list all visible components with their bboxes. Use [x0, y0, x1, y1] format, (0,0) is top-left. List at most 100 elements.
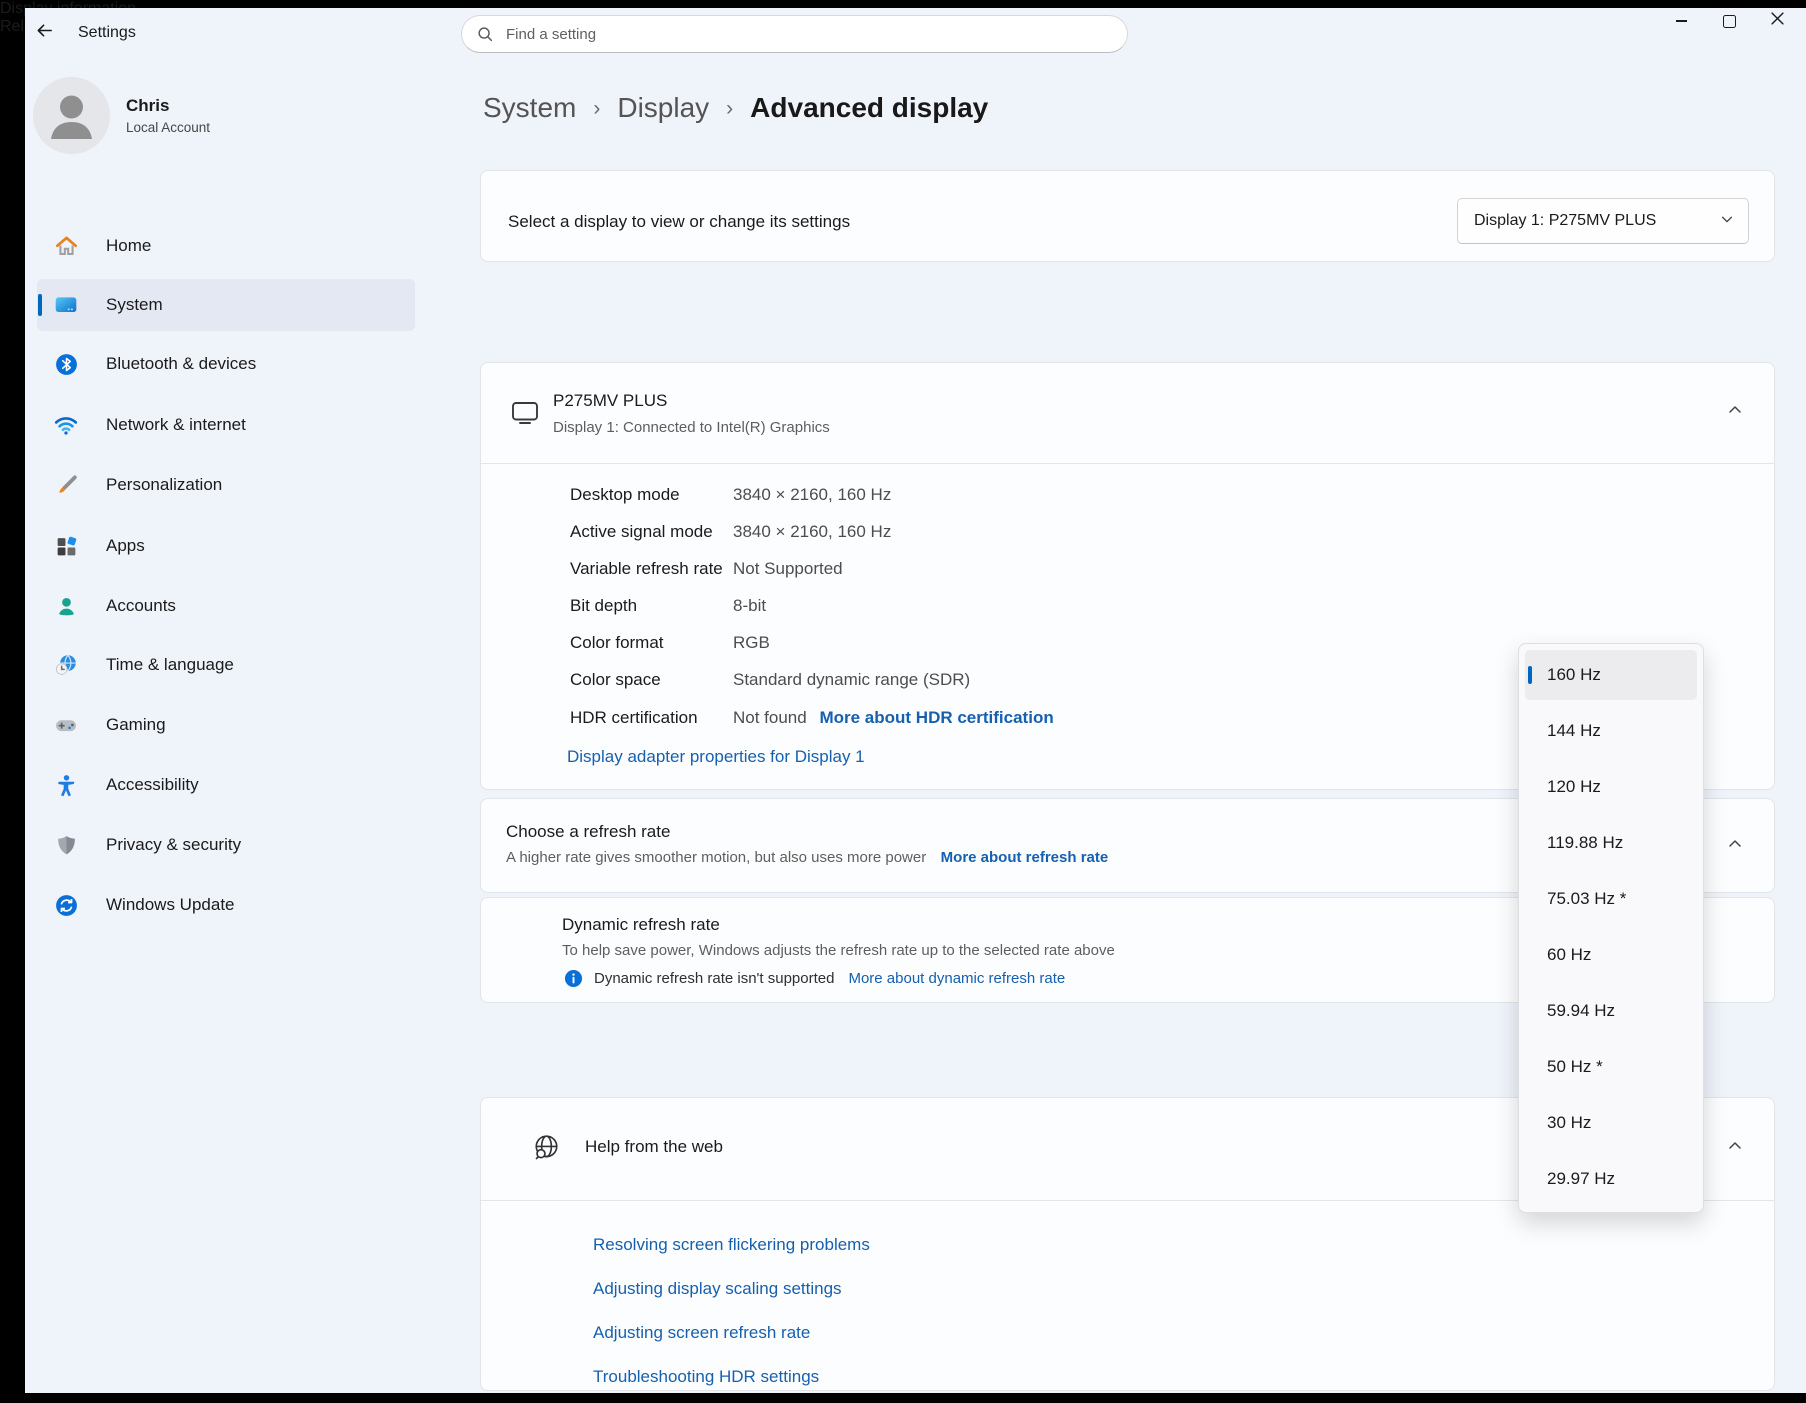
back-arrow-icon: [35, 21, 54, 45]
sidebar-item-system[interactable]: System: [37, 279, 415, 331]
search-input[interactable]: [504, 25, 1113, 44]
dynamic-refresh-rate-status: Dynamic refresh rate isn't supported: [594, 970, 834, 987]
refresh-rate-option-119-88hz[interactable]: 119.88 Hz: [1525, 818, 1697, 868]
close-button[interactable]: [1754, 4, 1800, 38]
gaming-icon: [53, 712, 79, 738]
chevron-up-icon: [1727, 402, 1743, 423]
user-name: Chris: [126, 96, 169, 116]
sidebar-item-accounts[interactable]: Accounts: [37, 580, 415, 632]
system-icon: [53, 292, 79, 318]
sidebar-item-accessibility[interactable]: Accessibility: [37, 759, 415, 811]
search-box[interactable]: [461, 15, 1128, 53]
monitor-icon: [510, 399, 540, 431]
selected-accent-bar: [38, 294, 42, 316]
breadcrumb-separator-icon: ›: [726, 95, 733, 121]
breadcrumb: System › Display › Advanced display: [483, 85, 988, 131]
help-card-title: Help from the web: [585, 1135, 723, 1159]
detail-value: 8-bit: [733, 588, 766, 624]
detail-label: Color space: [570, 662, 661, 698]
detail-label: Active signal mode: [570, 514, 713, 550]
apps-icon: [53, 533, 79, 559]
refresh-rate-option-160hz[interactable]: 160 Hz: [1525, 650, 1697, 700]
dynamic-refresh-rate-title: Dynamic refresh rate: [562, 913, 720, 937]
sidebar-item-label: Apps: [106, 536, 145, 556]
sidebar-item-personalization[interactable]: Personalization: [37, 459, 415, 511]
windows-update-icon: [53, 892, 79, 918]
display-selector-value: Display 1: P275MV PLUS: [1474, 212, 1656, 230]
bluetooth-icon: [53, 351, 79, 377]
maximize-button[interactable]: [1706, 4, 1752, 38]
detail-value: Standard dynamic range (SDR): [733, 662, 970, 698]
refresh-rate-subtitle-row: A higher rate gives smoother motion, but…: [506, 847, 1108, 868]
sidebar-item-label: Windows Update: [106, 895, 235, 915]
sidebar-item-label: Home: [106, 236, 151, 256]
chevron-up-icon: [1727, 836, 1743, 857]
refresh-rate-collapse-button[interactable]: [1720, 831, 1750, 861]
minimize-button[interactable]: [1658, 4, 1704, 38]
detail-label: Color format: [570, 625, 664, 661]
globe-search-icon: [530, 1131, 563, 1169]
breadcrumb-display[interactable]: Display: [617, 92, 709, 124]
sidebar-item-gaming[interactable]: Gaming: [37, 699, 415, 751]
user-account[interactable]: Chris Local Account: [33, 77, 333, 157]
breadcrumb-separator-icon: ›: [593, 95, 600, 121]
sidebar-item-label: Accounts: [106, 596, 176, 616]
more-about-dynamic-refresh-rate-link[interactable]: More about dynamic refresh rate: [848, 970, 1065, 987]
help-link[interactable]: Resolving screen flickering problems: [593, 1230, 870, 1260]
refresh-rate-option-30hz[interactable]: 30 Hz: [1525, 1098, 1697, 1148]
sidebar-item-label: Time & language: [106, 655, 234, 675]
detail-value: 3840 × 2160, 160 Hz: [733, 477, 891, 513]
dynamic-refresh-rate-subtitle: To help save power, Windows adjusts the …: [562, 940, 1115, 961]
detail-label: HDR certification: [570, 700, 698, 736]
display-selector-label: Select a display to view or change its s…: [508, 204, 850, 240]
sidebar-item-windows-update[interactable]: Windows Update: [37, 879, 415, 931]
refresh-rate-subtitle: A higher rate gives smoother motion, but…: [506, 849, 926, 866]
back-button[interactable]: [26, 17, 62, 49]
sidebar-item-label: Network & internet: [106, 415, 246, 435]
app-title: Settings: [78, 23, 136, 43]
device-name: P275MV PLUS: [553, 389, 667, 412]
sidebar-item-time-language[interactable]: Time & language: [37, 639, 415, 691]
sidebar-item-bluetooth-devices[interactable]: Bluetooth & devices: [37, 338, 415, 390]
refresh-rate-option-60hz[interactable]: 60 Hz: [1525, 930, 1697, 980]
help-link[interactable]: Adjusting display scaling settings: [593, 1274, 842, 1304]
sidebar-item-label: Personalization: [106, 475, 222, 495]
dynamic-refresh-rate-status-row: Dynamic refresh rate isn't supported Mor…: [564, 966, 1065, 990]
accessibility-icon: [53, 772, 79, 798]
sidebar-item-privacy-security[interactable]: Privacy & security: [37, 819, 415, 871]
more-about-refresh-rate-link[interactable]: More about refresh rate: [941, 849, 1109, 866]
network-icon: [53, 412, 79, 438]
sidebar-item-label: System: [106, 295, 163, 315]
help-link[interactable]: Adjusting screen refresh rate: [593, 1318, 810, 1348]
card-divider: [481, 463, 1774, 464]
hdr-certification-value: Not found: [733, 708, 807, 727]
refresh-rate-option-50hz[interactable]: 50 Hz *: [1525, 1042, 1697, 1092]
help-card-collapse-button[interactable]: [1720, 1133, 1750, 1163]
sidebar-item-label: Accessibility: [106, 775, 199, 795]
detail-label: Desktop mode: [570, 477, 680, 513]
maximize-icon: [1723, 15, 1736, 28]
page-title: Advanced display: [750, 92, 988, 124]
time-language-icon: [53, 652, 79, 678]
sidebar-item-network-internet[interactable]: Network & internet: [37, 399, 415, 451]
display-adapter-properties-link[interactable]: Display adapter properties for Display 1: [567, 739, 865, 775]
search-icon: [476, 25, 494, 43]
display-selector-dropdown[interactable]: Display 1: P275MV PLUS: [1457, 198, 1749, 244]
sidebar-item-label: Bluetooth & devices: [106, 354, 256, 374]
refresh-rate-option-144hz[interactable]: 144 Hz: [1525, 706, 1697, 756]
sidebar-item-label: Privacy & security: [106, 835, 241, 855]
hdr-certification-link[interactable]: More about HDR certification: [819, 708, 1053, 727]
chevron-down-icon: [1720, 212, 1734, 231]
display-info-collapse-button[interactable]: [1720, 397, 1750, 427]
breadcrumb-system[interactable]: System: [483, 92, 576, 124]
refresh-rate-title: Choose a refresh rate: [506, 820, 670, 844]
device-subtitle: Display 1: Connected to Intel(R) Graphic…: [553, 418, 830, 438]
help-link[interactable]: Troubleshooting HDR settings: [593, 1362, 819, 1392]
refresh-rate-option-75-03hz[interactable]: 75.03 Hz *: [1525, 874, 1697, 924]
refresh-rate-option-120hz[interactable]: 120 Hz: [1525, 762, 1697, 812]
sidebar-item-home[interactable]: Home: [37, 220, 415, 272]
sidebar-item-apps[interactable]: Apps: [37, 520, 415, 572]
refresh-rate-option-29-97hz[interactable]: 29.97 Hz: [1525, 1154, 1697, 1204]
home-icon: [53, 233, 79, 259]
refresh-rate-option-59-94hz[interactable]: 59.94 Hz: [1525, 986, 1697, 1036]
